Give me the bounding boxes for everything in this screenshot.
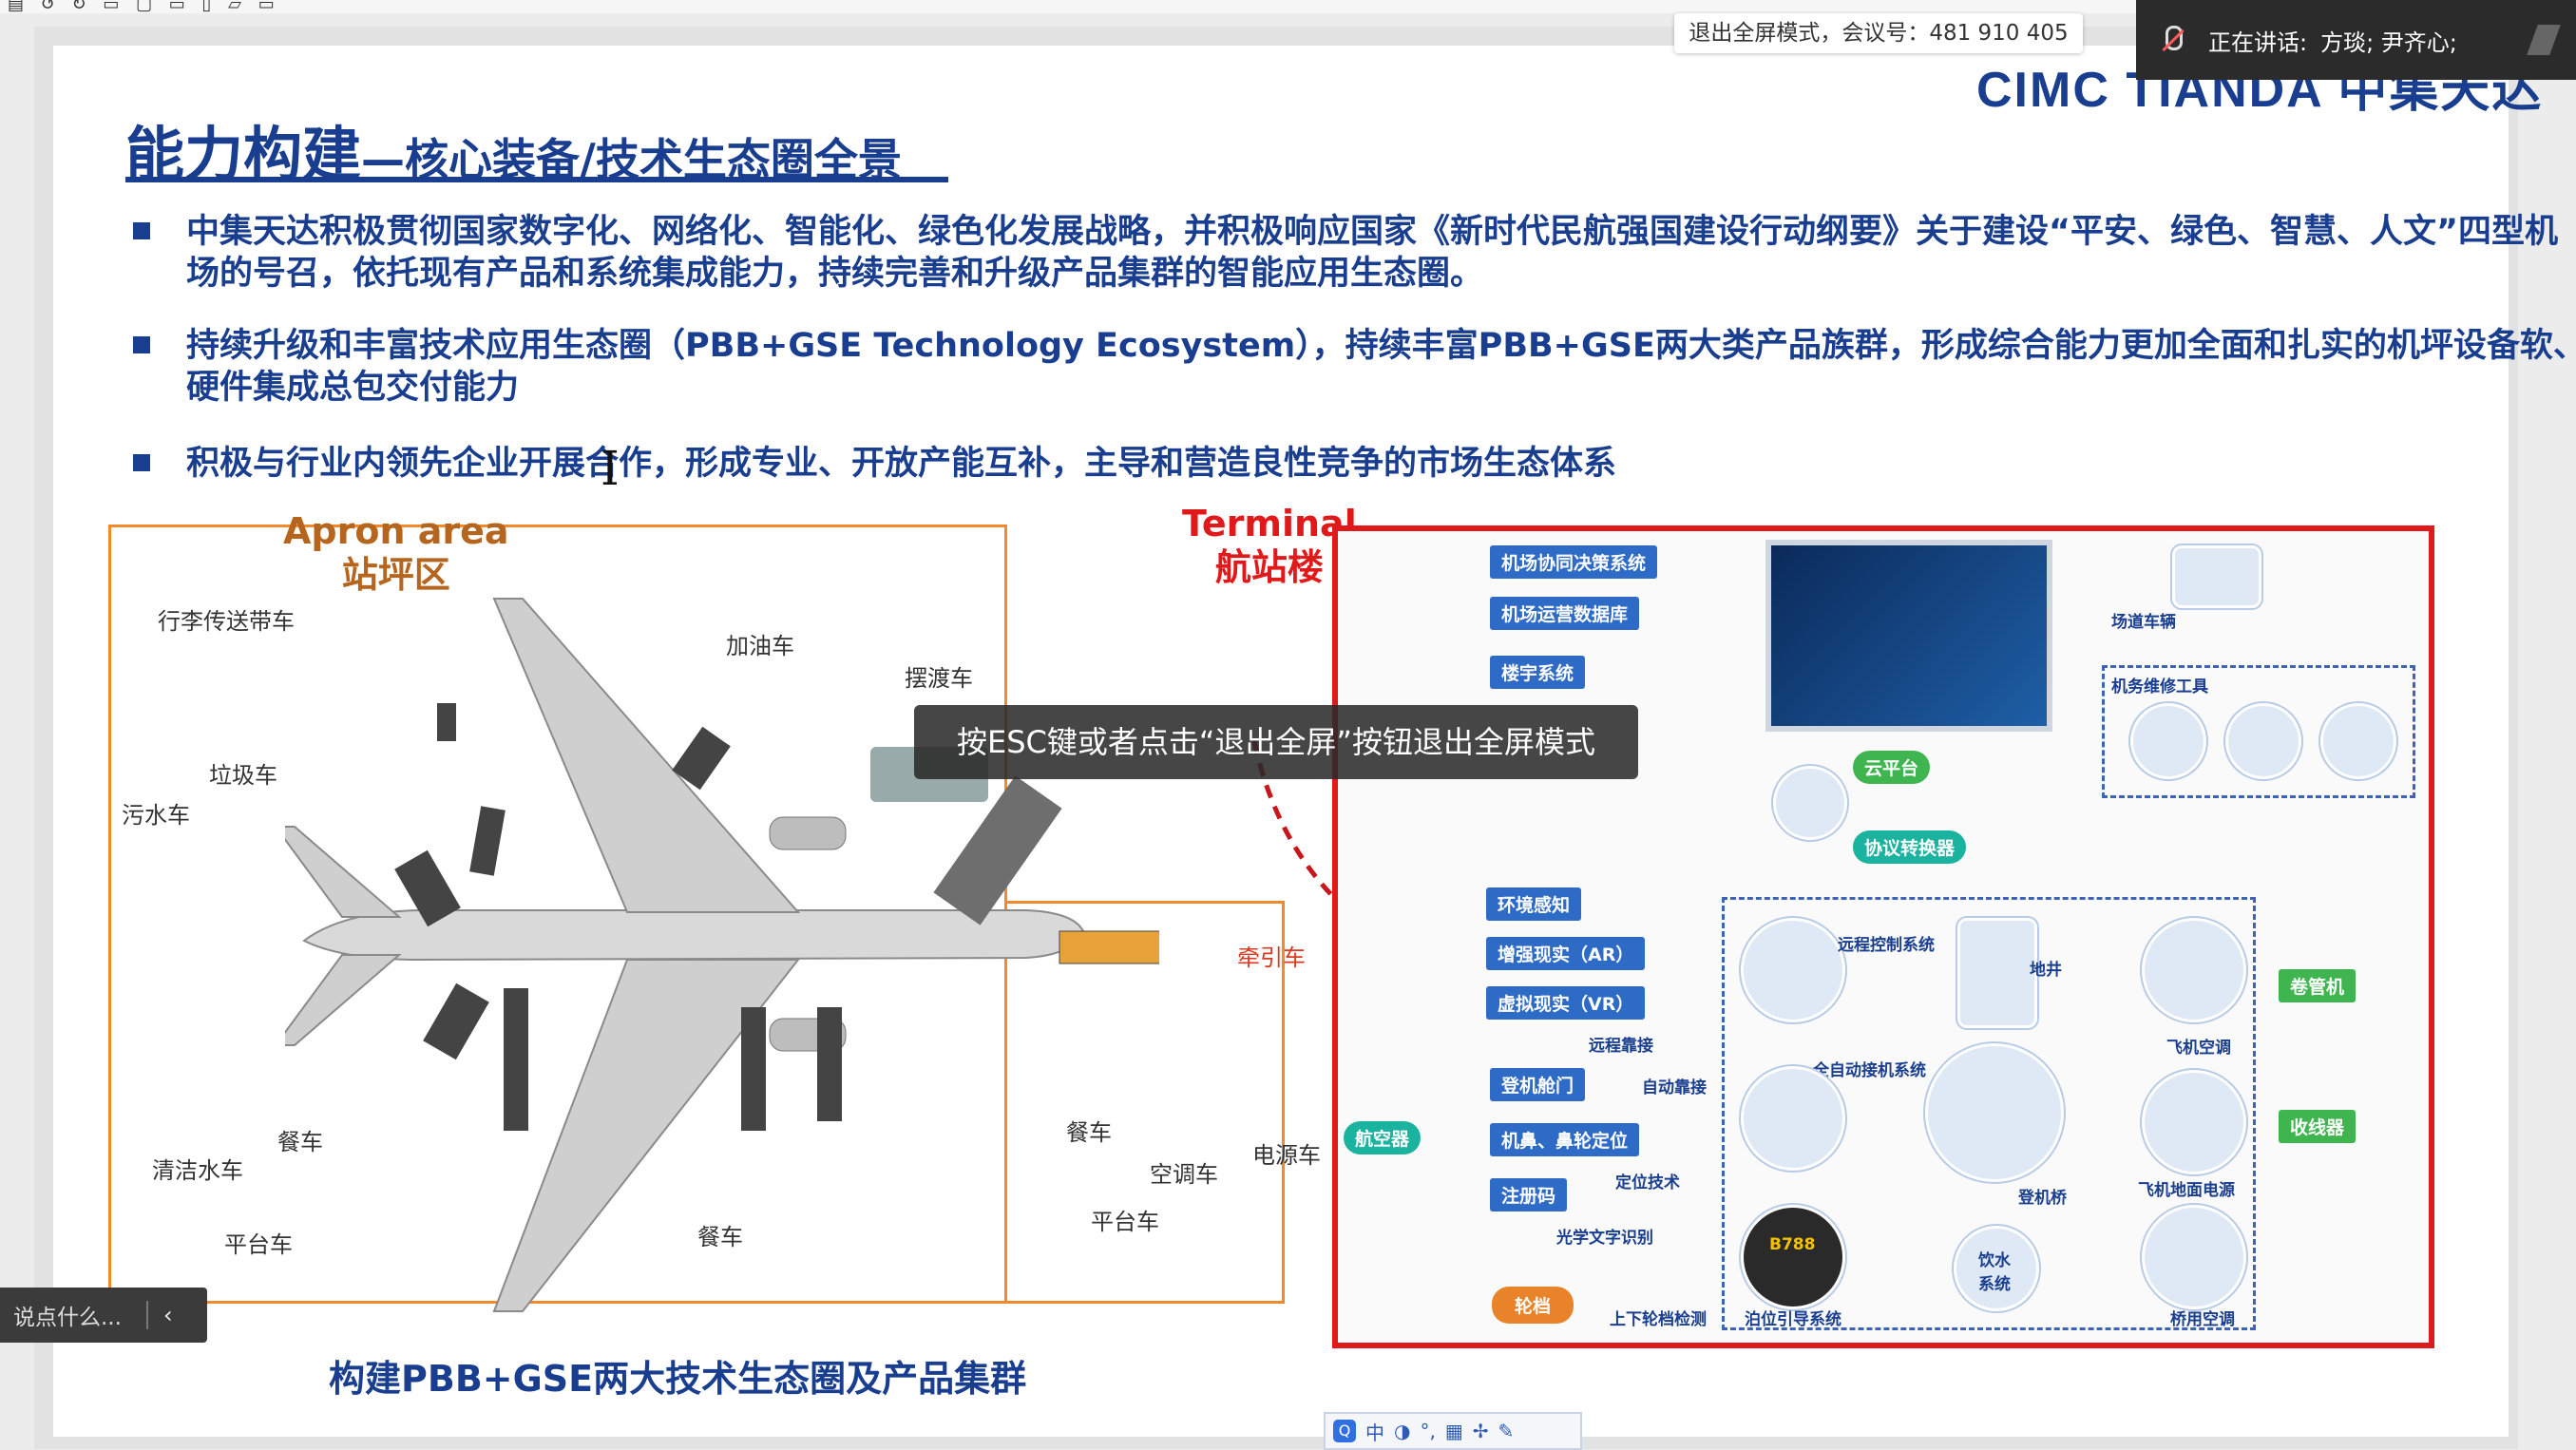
terminal-title-cn: 航站楼 bbox=[1214, 546, 1324, 588]
engine-upper bbox=[769, 816, 847, 850]
chat-input-bar[interactable]: 说点什么... ‹ bbox=[0, 1288, 207, 1343]
ime-keyboard-icon[interactable]: ▦ bbox=[1445, 1420, 1463, 1442]
label-pit: 地井 bbox=[2030, 961, 2062, 980]
label-fuel-truck: 加油车 bbox=[726, 633, 794, 659]
camera-image bbox=[1773, 766, 1847, 840]
tag-aircraft: 航空器 bbox=[1344, 1121, 1422, 1154]
tag-cloud-platform: 云平台 bbox=[1853, 751, 1931, 784]
upper-tail bbox=[285, 826, 402, 918]
tag-cable-reel: 收线器 bbox=[2279, 1110, 2357, 1143]
label-aircraft-aircon: 飞机空调 bbox=[2166, 1039, 2231, 1058]
pit-image bbox=[1957, 918, 2037, 1028]
label-platform-truck-2: 平台车 bbox=[1091, 1209, 1159, 1235]
ime-mode-chinese[interactable]: 中 bbox=[1365, 1418, 1384, 1445]
speaker-indicator: 正在讲话: 方琰; 尹齐心; bbox=[2136, 0, 2576, 80]
terminal-title-en: Terminal bbox=[1182, 503, 1357, 544]
ime-settings-icon[interactable]: ✎ bbox=[1498, 1420, 1514, 1442]
maintenance-tool-1-image bbox=[2130, 703, 2206, 779]
label-baggage-belt-truck: 行李传送带车 bbox=[158, 608, 295, 635]
bullet-square-icon bbox=[133, 336, 150, 353]
label-garbage-truck: 垃圾车 bbox=[209, 762, 277, 789]
label-shuttle-bus: 摆渡车 bbox=[905, 665, 973, 692]
tag-wheel-chock: 轮档 bbox=[1492, 1287, 1574, 1324]
maintenance-tool-3-image bbox=[2320, 703, 2396, 779]
label-bridge-aircon: 桥用空调 bbox=[2170, 1310, 2235, 1329]
label-field-vehicle: 场道车辆 bbox=[2111, 613, 2176, 632]
vdgs-image bbox=[1741, 1205, 1845, 1309]
ime-logo-icon[interactable]: Q bbox=[1333, 1420, 1356, 1442]
label-aircon-truck: 空调车 bbox=[1150, 1161, 1218, 1188]
label-auto-docking: 自动靠接 bbox=[1642, 1078, 1707, 1097]
label-maintenance-tools: 机务维修工具 bbox=[2111, 677, 2208, 696]
label-chock-detection: 上下轮档检测 bbox=[1610, 1310, 1707, 1329]
ime-tools-icon[interactable]: ✢ bbox=[1473, 1420, 1489, 1442]
bridge-aircon-image bbox=[2142, 1205, 2246, 1309]
fuselage bbox=[302, 909, 1085, 962]
tag-ar: 增强现实（AR） bbox=[1486, 937, 1646, 970]
chat-placeholder[interactable]: 说点什么... bbox=[13, 1299, 122, 1331]
esc-exit-toast: 按ESC键或者点击“退出全屏”按钮退出全屏模式 bbox=[914, 705, 1638, 779]
label-platform-truck-1: 平台车 bbox=[224, 1231, 293, 1258]
label-positioning-tech: 定位技术 bbox=[1615, 1173, 1680, 1192]
label-catering-truck-1: 餐车 bbox=[277, 1129, 323, 1155]
bullet-text: 中集天达积极贯彻国家数字化、网络化、智能化、绿色化发展战略，并积极响应国家《新时… bbox=[186, 213, 2559, 293]
control-screen-image bbox=[1765, 540, 2052, 732]
bullet-text: 持续升级和丰富技术应用生态圈（PBB+GSE Technology Ecosys… bbox=[186, 327, 2576, 407]
tag-cdm: 机场协同决策系统 bbox=[1490, 545, 1658, 579]
label-catering-truck-2: 餐车 bbox=[1066, 1119, 1112, 1146]
remote-control-image bbox=[1741, 918, 1845, 1022]
label-remote-docking: 远程靠接 bbox=[1589, 1037, 1653, 1056]
label-power-truck: 电源车 bbox=[1252, 1142, 1321, 1169]
label-auto-docking-system: 全自动接机系统 bbox=[1813, 1061, 1926, 1080]
lower-tail bbox=[285, 954, 402, 1046]
collapse-chevron-icon[interactable]: ‹ bbox=[163, 1302, 173, 1328]
tag-building-system: 楼宇系统 bbox=[1490, 656, 1586, 689]
label-sewage-truck: 污水车 bbox=[122, 802, 190, 829]
maintenance-tool-2-image bbox=[2225, 703, 2301, 779]
tag-hose-reel: 卷管机 bbox=[2279, 969, 2357, 1002]
label-vdgs: 泊位引导系统 bbox=[1745, 1310, 1841, 1329]
ime-toolbar[interactable]: Q 中 ◑ °, ▦ ✢ ✎ bbox=[1324, 1412, 1582, 1450]
label-remote-control: 远程控制系统 bbox=[1838, 936, 1935, 955]
auto-docking-image bbox=[1741, 1066, 1845, 1171]
ime-punctuation-icon[interactable]: °, bbox=[1420, 1420, 1435, 1442]
ime-halfwidth-icon[interactable]: ◑ bbox=[1394, 1420, 1410, 1442]
toolbar-icons[interactable]: ▤ ↺ ↻ ▭ ▢ ▭ ▯ ▱ ▭ bbox=[8, 0, 280, 14]
slide-caption: 构建PBB+GSE两大技术生态圈及产品集群 bbox=[329, 1358, 1027, 1400]
vdgs-display-text: B788 bbox=[1769, 1235, 1816, 1254]
exit-fullscreen-tip[interactable]: 退出全屏模式，会议号：481 910 405 bbox=[1674, 13, 2083, 53]
label-ground-power: 飞机地面电源 bbox=[2138, 1181, 2235, 1200]
tag-nose-positioning: 机鼻、鼻轮定位 bbox=[1490, 1123, 1640, 1156]
label-clean-water-truck: 清洁水车 bbox=[152, 1157, 243, 1184]
bullet-square-icon bbox=[133, 454, 150, 471]
muted-mic-icon bbox=[2161, 26, 2183, 54]
tug-vehicle bbox=[1059, 930, 1159, 964]
label-catering-truck-3: 餐车 bbox=[697, 1224, 743, 1250]
panel-toggle-icon[interactable] bbox=[2525, 21, 2563, 59]
label-water-system: 饮水系统 bbox=[1978, 1251, 2011, 1294]
tag-registration: 注册码 bbox=[1490, 1178, 1568, 1212]
tag-environment-sensing: 环境感知 bbox=[1486, 887, 1582, 921]
boarding-bridge-image bbox=[1925, 1043, 2064, 1182]
gpu-image bbox=[2142, 1070, 2246, 1174]
speaker-names: 方琰; 尹齐心; bbox=[2320, 29, 2457, 56]
label-ocr: 光学文字识别 bbox=[1556, 1229, 1653, 1248]
title-underline bbox=[125, 177, 948, 182]
bullet-text: 积极与行业内领先企业开展合作，形成专业、开放产能互补，主导和营造良性竞争的市场生… bbox=[186, 445, 1617, 483]
tag-protocol-converter: 协议转换器 bbox=[1853, 830, 1967, 864]
bullet-square-icon bbox=[133, 222, 150, 239]
label-boarding-bridge: 登机桥 bbox=[2018, 1189, 2067, 1208]
tag-vr: 虚拟现实（VR） bbox=[1486, 986, 1646, 1020]
chat-divider bbox=[145, 1301, 148, 1329]
field-vehicle-image bbox=[2172, 545, 2261, 608]
apron-area-title: Apron area 站坪区 bbox=[283, 509, 509, 597]
apron-title-en: Apron area bbox=[283, 510, 509, 552]
tag-boarding-door: 登机舱门 bbox=[1490, 1068, 1586, 1101]
text-cursor-icon: I bbox=[601, 441, 620, 496]
hose-reel-image bbox=[2142, 918, 2246, 1022]
speaking-label: 正在讲话: bbox=[2208, 29, 2308, 56]
tag-operations-db: 机场运营数据库 bbox=[1490, 597, 1640, 630]
terminal-area-title: Terminal 航站楼 bbox=[1182, 502, 1357, 589]
